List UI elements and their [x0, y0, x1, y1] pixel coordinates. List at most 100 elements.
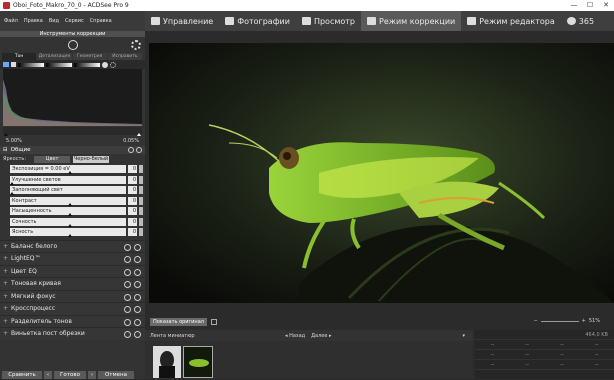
gear-icon[interactable]	[131, 40, 141, 50]
filmstrip-collapse-icon[interactable]: ▾	[462, 333, 465, 339]
gear-icon[interactable]	[124, 318, 131, 326]
settings-icon[interactable]	[110, 61, 116, 68]
thumbnail-1[interactable]	[153, 346, 181, 378]
compare-button[interactable]: Сравнить	[2, 371, 42, 379]
next-arrow-icon[interactable]: ›	[88, 371, 96, 379]
slider-label[interactable]: Насыщенность	[10, 207, 126, 217]
slider-handle[interactable]	[68, 202, 72, 206]
gear-icon[interactable]	[124, 268, 131, 276]
mode-manage[interactable]: Управление	[145, 11, 219, 31]
menu-view[interactable]: Вид	[49, 18, 59, 24]
help-icon[interactable]	[102, 61, 108, 68]
slider-value-field[interactable]: 0	[128, 228, 137, 237]
menu-edit[interactable]: Правка	[24, 18, 43, 24]
slider-value-field[interactable]: 0	[128, 207, 137, 216]
reset-icon[interactable]	[134, 293, 141, 301]
close-button[interactable]: ✕	[598, 0, 614, 11]
adjustment-slider[interactable]: Сочность 0	[10, 217, 143, 228]
slider-label[interactable]: Ясность	[10, 228, 126, 238]
accordion-section[interactable]: + Виньетка пост обрезки	[0, 327, 145, 340]
white-point-handle[interactable]	[137, 133, 141, 136]
gear-icon[interactable]	[128, 147, 134, 153]
target-adjust-icon[interactable]	[67, 40, 78, 50]
tab-detail[interactable]: Детализация	[37, 53, 72, 60]
slider-handle[interactable]	[10, 192, 14, 196]
general-section-header[interactable]: ⊟ Общие	[0, 146, 145, 154]
reset-icon[interactable]	[136, 147, 142, 153]
gear-icon[interactable]	[124, 293, 131, 301]
fullscreen-icon[interactable]	[210, 319, 217, 325]
slider-label[interactable]: Заполняющий свет	[10, 186, 126, 196]
forward-button[interactable]: Далее ▸	[311, 333, 331, 339]
mode-photos[interactable]: Фотографии	[219, 11, 296, 31]
spin-arrows-icon[interactable]	[139, 186, 143, 195]
reset-icon[interactable]	[134, 306, 141, 313]
image-viewer[interactable]	[149, 43, 614, 303]
reset-icon[interactable]	[134, 281, 141, 288]
spin-arrows-icon[interactable]	[139, 207, 143, 216]
menu-help[interactable]: Справка	[90, 18, 112, 24]
spin-arrows-icon[interactable]	[139, 217, 143, 226]
accordion-section[interactable]: + Баланс белого	[0, 239, 145, 252]
gear-icon[interactable]	[124, 281, 131, 288]
reset-icon[interactable]	[134, 243, 141, 251]
slider-label[interactable]: Контраст	[10, 196, 126, 206]
black-point-handle[interactable]	[4, 133, 8, 136]
cancel-button[interactable]: Отмена	[98, 371, 134, 379]
slider-handle[interactable]	[68, 213, 72, 217]
mode-view[interactable]: Просмотр	[296, 11, 361, 31]
slider-value-field[interactable]: 0	[128, 175, 137, 184]
gear-icon[interactable]	[124, 331, 131, 338]
accordion-section[interactable]: + Тоновая кривая	[0, 277, 145, 290]
accordion-section[interactable]: + Цвет EQ	[0, 264, 145, 277]
accordion-section[interactable]: + Кросспроцесс	[0, 302, 145, 315]
mode-edit[interactable]: Режим редактора	[461, 11, 561, 31]
slider-handle[interactable]	[10, 181, 14, 185]
zoom-value[interactable]: 51%	[589, 318, 600, 324]
tab-geometry[interactable]: Геометрия	[72, 53, 107, 60]
accordion-section[interactable]: + Мягкий фокус	[0, 289, 145, 302]
adjustment-slider[interactable]: Контраст 0	[10, 196, 143, 207]
tab-repair[interactable]: Исправить	[107, 53, 142, 60]
accordion-section[interactable]: + Разделитель тонов	[0, 314, 145, 327]
back-button[interactable]: ◂ Назад	[285, 333, 305, 339]
slider-handle[interactable]	[68, 223, 72, 227]
zoom-in-icon[interactable]: +	[582, 318, 586, 324]
slider-value-field[interactable]: 0	[128, 165, 137, 174]
slider-handle[interactable]	[68, 171, 72, 175]
menu-file[interactable]: Файл	[4, 18, 18, 24]
warning-icon[interactable]	[11, 62, 16, 67]
gear-icon[interactable]	[124, 306, 131, 313]
prev-arrow-icon[interactable]: ‹	[44, 371, 52, 379]
adjustment-slider[interactable]: Насыщенность 0	[10, 206, 143, 217]
adjustment-slider[interactable]: Заполняющий свет 0	[10, 185, 143, 196]
minimize-button[interactable]: —	[566, 0, 582, 11]
mode-develop[interactable]: Режим коррекции	[361, 11, 462, 31]
bw-mode-button[interactable]: Черно-белый	[73, 155, 109, 163]
slider-label[interactable]: Экспозиция = 0.00 eV	[10, 165, 126, 175]
histogram-icon[interactable]	[3, 62, 9, 67]
slider-value-field[interactable]: 0	[128, 186, 137, 195]
levels-slider[interactable]	[3, 127, 142, 136]
thumbnail-2[interactable]	[183, 346, 213, 378]
reset-icon[interactable]	[134, 256, 141, 263]
zoom-slider[interactable]	[540, 320, 579, 322]
slider-handle[interactable]	[68, 234, 72, 238]
spin-arrows-icon[interactable]	[139, 228, 143, 237]
show-original-button[interactable]: Показать оригинал	[150, 318, 207, 326]
reset-icon[interactable]	[134, 318, 141, 326]
color-mode-button[interactable]: Цвет	[34, 155, 70, 163]
done-button[interactable]: Готово	[54, 371, 86, 379]
gear-icon[interactable]	[124, 256, 131, 263]
spin-arrows-icon[interactable]	[139, 175, 143, 184]
tab-tune[interactable]: Тон	[2, 53, 37, 60]
slider-value-field[interactable]: 0	[128, 196, 137, 205]
reset-icon[interactable]	[134, 331, 141, 338]
spin-arrows-icon[interactable]	[139, 196, 143, 205]
adjustment-slider[interactable]: Экспозиция = 0.00 eV 0	[10, 164, 143, 175]
zoom-out-icon[interactable]: −	[533, 318, 537, 324]
adjustment-slider[interactable]: Улучшение светов 0	[10, 175, 143, 186]
menu-tools[interactable]: Сервис	[65, 18, 84, 24]
slider-label[interactable]: Улучшение светов	[10, 175, 126, 185]
adjustment-slider[interactable]: Ясность 0	[10, 227, 143, 238]
